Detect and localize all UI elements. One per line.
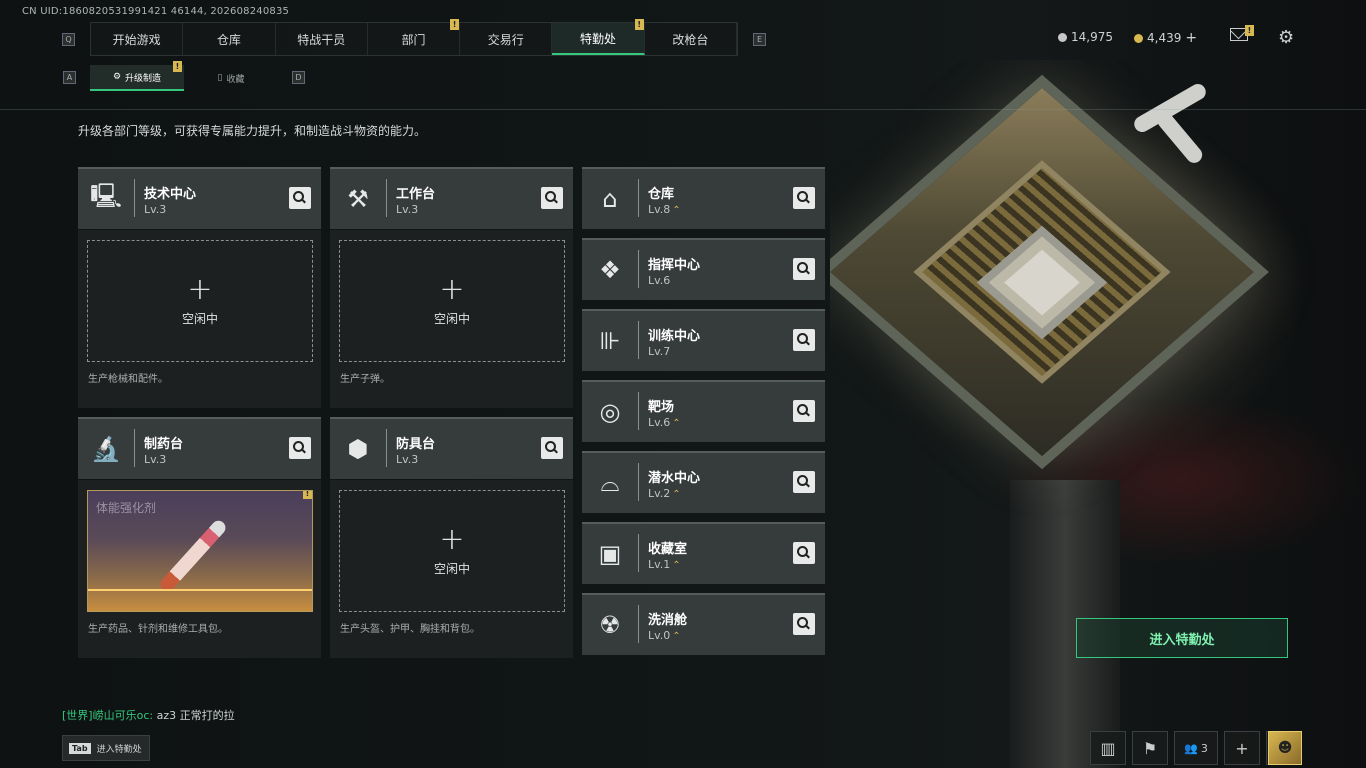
cube-structure xyxy=(830,74,1269,470)
search-icon[interactable] xyxy=(793,187,815,209)
plus-icon: + xyxy=(439,521,465,557)
search-icon[interactable] xyxy=(541,187,563,209)
tab-start-game[interactable]: 开始游戏 xyxy=(91,23,184,55)
upgrade-arrow-icon: ⌃ xyxy=(672,489,681,500)
notification-badge: ! xyxy=(173,61,182,72)
workshop-slot-tech-center: + 空闲中 生产枪械和配件。 xyxy=(78,230,321,408)
upgrade-icon: ⚙ xyxy=(112,72,122,82)
display-case-icon: ▣ xyxy=(598,540,622,568)
notification-badge: ! xyxy=(634,19,644,30)
tab-market[interactable]: 交易行 xyxy=(460,23,553,55)
workshop-slot-armor: + 空闲中 生产头盔、护甲、胸挂和背包。 xyxy=(330,480,573,658)
search-icon[interactable] xyxy=(793,329,815,351)
notification-badge: ! xyxy=(450,19,460,30)
tab-shortcut-hint[interactable]: Tab 进入特勤处 xyxy=(62,735,150,761)
search-icon[interactable] xyxy=(793,613,815,635)
divider xyxy=(0,109,1366,110)
avatar[interactable]: ☻ xyxy=(1268,731,1302,765)
uid-label: CN UID:1860820531991421 46144, 202608240… xyxy=(22,6,290,17)
workshop-card-pharmacy[interactable]: 🔬 制药台 Lv.3 xyxy=(78,417,321,479)
workshop-slot-workbench: + 空闲中 生产子弹。 xyxy=(330,230,573,408)
notification-badge: ! xyxy=(303,491,312,499)
tab-special-ops[interactable]: 特勤处! xyxy=(552,19,645,55)
tab-operators[interactable]: 特战干员 xyxy=(276,23,368,55)
warehouse-icon: ⌂ xyxy=(602,185,618,213)
crafting-item[interactable]: 体能强化剂 ! xyxy=(87,490,313,612)
chat-message[interactable]: [世界]崂山可乐oc: az3 正常打的拉 xyxy=(62,707,235,723)
diving-mask-icon: ⌓ xyxy=(600,469,620,497)
workshop-slot-pharmacy: 体能强化剂 ! 生产药品、针剂和维修工具包。 xyxy=(78,480,321,658)
workshop-card-armor[interactable]: ⬢ 防具台 Lv.3 xyxy=(330,417,573,479)
department-training-center[interactable]: ⊪ 训练中心 Lv.7 xyxy=(582,309,825,371)
page-description: 升级各部门等级，可获得专属能力提升，和制造战斗物资的能力。 xyxy=(78,124,427,138)
search-icon[interactable] xyxy=(793,471,815,493)
dumbbell-icon: ⊪ xyxy=(599,327,621,355)
department-diving-center[interactable]: ⌓ 潜水中心 Lv.2 ⌃ xyxy=(582,451,825,513)
subtab-collection[interactable]: ▯ 收藏 xyxy=(184,65,278,91)
department-warehouse[interactable]: ⌂ 仓库 Lv.8 ⌃ xyxy=(582,167,825,229)
department-collection-room[interactable]: ▣ 收藏室 Lv.1 ⌃ xyxy=(582,522,825,584)
tab-department[interactable]: 部门! xyxy=(368,19,461,55)
plus-icon: + xyxy=(187,271,213,307)
tools-icon: ⚒ xyxy=(347,185,369,213)
cube-scene xyxy=(830,60,1366,768)
flag-icon[interactable]: ⚑ xyxy=(1132,731,1168,765)
nav-next-key[interactable]: E xyxy=(753,33,766,46)
search-icon[interactable] xyxy=(289,187,311,209)
upgrade-arrow-icon: ⌃ xyxy=(672,205,681,216)
subnav-next-key[interactable]: D xyxy=(292,71,305,84)
search-icon[interactable] xyxy=(793,400,815,422)
radiation-icon: ☢ xyxy=(599,611,621,639)
syringe-icon xyxy=(157,517,229,595)
main-nav: 开始游戏 仓库 特战干员 部门! 交易行 特勤处! 改枪台 xyxy=(90,19,738,56)
empty-slot[interactable]: + 空闲中 xyxy=(339,490,565,612)
subtab-upgrade[interactable]: ⚙ 升级制造 ! xyxy=(90,61,184,91)
empty-slot[interactable]: + 空闲中 xyxy=(87,240,313,362)
friends-button[interactable]: 👥 3 xyxy=(1174,731,1218,765)
command-chip-icon: ❖ xyxy=(599,256,621,284)
notification-badge: ! xyxy=(1245,25,1254,36)
search-icon[interactable] xyxy=(289,437,311,459)
workshop-card-workbench[interactable]: ⚒ 工作台 Lv.3 xyxy=(330,167,573,229)
nav-prev-key[interactable]: Q xyxy=(62,33,75,46)
search-icon[interactable] xyxy=(793,542,815,564)
add-currency-icon[interactable]: + xyxy=(1185,30,1197,46)
collection-icon: ▯ xyxy=(217,73,223,83)
upgrade-arrow-icon: ⌃ xyxy=(672,418,681,429)
armor-blocks-icon: ⬢ xyxy=(347,435,369,463)
search-icon[interactable] xyxy=(541,437,563,459)
department-decon-chamber[interactable]: ☢ 洗消舱 Lv.0 ⌃ xyxy=(582,593,825,655)
silver-currency: 14,975 xyxy=(1058,30,1113,44)
department-command-center[interactable]: ❖ 指挥中心 Lv.6 xyxy=(582,238,825,300)
gear-icon[interactable]: ⚙ xyxy=(1278,27,1294,48)
target-icon: ◎ xyxy=(599,398,621,426)
add-party-slot-button[interactable]: + xyxy=(1224,731,1260,765)
tab-warehouse[interactable]: 仓库 xyxy=(183,23,276,55)
enter-special-ops-button[interactable]: 进入特勤处 xyxy=(1076,618,1288,658)
workshop-card-tech-center[interactable]: 🖳 技术中心 Lv.3 xyxy=(78,167,321,229)
gold-coin-icon xyxy=(1134,33,1143,43)
microscope-icon: 🔬 xyxy=(91,435,121,463)
search-icon[interactable] xyxy=(793,258,815,280)
computer-icon: 🖳 xyxy=(89,181,123,210)
gold-currency[interactable]: 4,439 + xyxy=(1134,30,1197,46)
subnav-prev-key[interactable]: A xyxy=(63,71,76,84)
empty-slot[interactable]: + 空闲中 xyxy=(339,240,565,362)
robot-arm xyxy=(1154,109,1206,167)
tab-gunsmith[interactable]: 改枪台 xyxy=(645,23,737,55)
upgrade-arrow-icon: ⌃ xyxy=(672,560,681,571)
stats-icon[interactable]: ▥ xyxy=(1090,731,1126,765)
silver-coin-icon xyxy=(1058,32,1067,42)
plus-icon: + xyxy=(439,271,465,307)
department-shooting-range[interactable]: ◎ 靶场 Lv.6 ⌃ xyxy=(582,380,825,442)
sub-nav: ⚙ 升级制造 ! ▯ 收藏 xyxy=(90,61,278,91)
upgrade-arrow-icon: ⌃ xyxy=(672,631,681,642)
